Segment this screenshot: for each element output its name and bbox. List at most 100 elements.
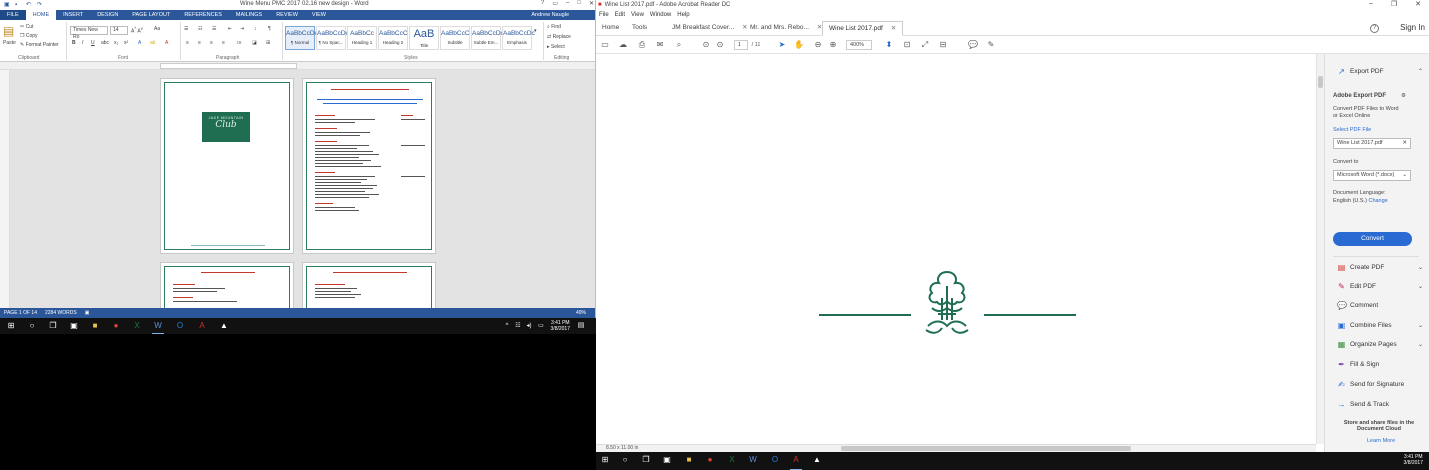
font-size-input[interactable]: 14 xyxy=(110,26,128,35)
chevron-down-icon[interactable]: ⌄ xyxy=(1418,264,1423,271)
collapse-icon[interactable]: ⌃ xyxy=(1418,68,1423,75)
full-screen-icon[interactable]: ⤢ xyxy=(920,40,930,50)
word-document-area[interactable]: JADE MOUNTAIN Club xyxy=(10,70,595,318)
word-taskbar-icon[interactable]: W xyxy=(748,455,758,465)
page-count[interactable]: PAGE 1 OF 14 xyxy=(0,310,41,316)
page-number-input[interactable]: 1 xyxy=(734,40,748,50)
menu-help[interactable]: Help xyxy=(674,12,692,18)
prev-page-icon[interactable]: ⊙ xyxy=(701,40,711,50)
pdf-horizontal-scrollbar[interactable]: 8.50 x 11.00 in xyxy=(596,444,1316,452)
font-color-icon[interactable]: A xyxy=(165,40,168,46)
subscript-button[interactable]: x₂ xyxy=(114,40,118,46)
line-spacing-icon[interactable]: ↕≡ xyxy=(236,40,241,46)
align-center-icon[interactable]: ≡ xyxy=(198,40,201,46)
style-subtle-emphasis[interactable]: AaBbCcDc Subtle Em... xyxy=(471,26,504,50)
pen-tool-icon[interactable]: ✎ xyxy=(986,40,996,50)
chevron-down-icon[interactable]: ⌄ xyxy=(1418,283,1423,290)
cut-button[interactable]: ✂ Cut xyxy=(20,24,33,30)
acrobat-minimize-icon[interactable]: – xyxy=(1369,0,1373,8)
horizontal-ruler[interactable] xyxy=(0,62,595,70)
text-effects-icon[interactable]: A xyxy=(138,40,141,46)
input-icon[interactable]: ▭ xyxy=(536,321,546,331)
acrobat-taskbar-icon[interactable]: A xyxy=(791,455,801,465)
zoom-out-icon[interactable]: ⊖ xyxy=(813,40,823,50)
style-title[interactable]: AaB Title xyxy=(409,26,439,50)
task-view-icon[interactable]: ❐ xyxy=(48,321,58,331)
sort-icon[interactable]: ↕ xyxy=(254,26,257,32)
word-count[interactable]: 2284 WORDS xyxy=(41,310,81,316)
format-select[interactable]: Microsoft Word (*.docx) ⌄ xyxy=(1333,170,1411,181)
tab-acrobat-home[interactable]: Home xyxy=(596,21,625,36)
redo-icon[interactable]: ↷ xyxy=(37,2,44,9)
store-icon[interactable]: ▣ xyxy=(69,321,79,331)
fit-page-icon[interactable]: ⬍ xyxy=(884,40,894,50)
excel-icon[interactable]: X xyxy=(132,321,142,331)
minimize-icon[interactable]: – xyxy=(566,0,569,7)
tab-file[interactable]: FILE xyxy=(0,10,26,20)
taskbar-clock[interactable]: 3:41 PM 3/8/2017 xyxy=(1404,454,1423,466)
search-icon[interactable]: ⌕ xyxy=(674,40,684,50)
highlight-icon[interactable]: ab xyxy=(150,40,156,46)
outlook-icon[interactable]: O xyxy=(175,321,185,331)
paste-button[interactable]: Paste xyxy=(3,40,16,46)
hand-tool-icon[interactable]: ✋ xyxy=(794,40,804,50)
save-file-icon[interactable]: ▭ xyxy=(600,40,610,50)
read-mode-icon[interactable]: ⊟ xyxy=(938,40,948,50)
word-app-icon[interactable]: ▣ xyxy=(4,2,11,9)
learn-more-link[interactable]: Learn More xyxy=(1367,438,1395,445)
close-icon[interactable]: ✕ xyxy=(589,0,594,7)
maximize-icon[interactable]: □ xyxy=(577,0,581,7)
task-view-icon[interactable]: ❐ xyxy=(641,455,651,465)
acrobat-help-icon[interactable]: ? xyxy=(1370,24,1379,33)
page-thumbnail-2[interactable] xyxy=(302,78,436,254)
underline-button[interactable]: U xyxy=(91,40,95,46)
file-explorer-icon[interactable]: ■ xyxy=(90,321,100,331)
tool-combine-files[interactable]: ▣ Combine Files ⌄ xyxy=(1337,319,1423,331)
tool-comment[interactable]: 💬 Comment xyxy=(1337,299,1423,311)
file-explorer-icon[interactable]: ■ xyxy=(684,455,694,465)
select-cursor-icon[interactable]: ➤ xyxy=(777,40,787,50)
menu-view[interactable]: View xyxy=(628,12,647,18)
tab-review[interactable]: REVIEW xyxy=(269,10,305,20)
save-icon[interactable]: ▪ xyxy=(15,2,22,9)
chevron-down-icon[interactable]: ⌄ xyxy=(1418,341,1423,348)
copy-button[interactable]: ❐ Copy xyxy=(20,33,38,39)
user-name[interactable]: Andrew Naugle xyxy=(524,10,576,20)
align-right-icon[interactable]: ≡ xyxy=(210,40,213,46)
remove-file-icon[interactable]: ✕ xyxy=(1402,139,1407,148)
font-name-input[interactable]: Times New Ro xyxy=(70,26,108,40)
style-heading-1[interactable]: AaBbCc Heading 1 xyxy=(347,26,377,50)
proofing-icon[interactable]: ▣ xyxy=(81,310,94,316)
pane-options-icon[interactable]: ⚙ xyxy=(1401,93,1406,100)
shading-icon[interactable]: ◪ xyxy=(252,40,257,46)
volume-icon[interactable]: ◂) xyxy=(524,321,534,331)
format-painter-button[interactable]: ✎ Format Painter xyxy=(20,42,59,48)
ribbon-display-icon[interactable]: ▭ xyxy=(552,0,558,7)
pdf-page-view[interactable] xyxy=(596,54,1316,444)
tab-mailings[interactable]: MAILINGS xyxy=(229,10,269,20)
paste-icon[interactable]: ▤ xyxy=(3,24,14,38)
excel-icon[interactable]: X xyxy=(727,455,737,465)
change-language-link[interactable]: Change xyxy=(1368,198,1387,204)
vertical-ruler[interactable] xyxy=(0,70,10,308)
menu-window[interactable]: Window xyxy=(647,12,674,18)
tool-send-track[interactable]: → Send & Track xyxy=(1337,398,1423,410)
multilevel-icon[interactable]: ☰ xyxy=(212,26,216,32)
network-icon[interactable]: ☷ xyxy=(513,321,523,331)
style-no-spacing[interactable]: AaBbCcDc ¶ No Spac... xyxy=(316,26,349,50)
acrobat-taskbar-icon[interactable]: A xyxy=(197,321,207,331)
comment-tool-icon[interactable]: 💬 xyxy=(968,40,978,50)
tab-references[interactable]: REFERENCES xyxy=(177,10,229,20)
numbering-icon[interactable]: ☷ xyxy=(198,26,202,32)
chrome-icon[interactable]: ● xyxy=(111,321,121,331)
italic-button[interactable]: I xyxy=(82,40,83,46)
tool-create-pdf[interactable]: ▤ Create PDF ⌄ xyxy=(1337,261,1423,273)
style-heading-2[interactable]: AaBbCcC Heading 2 xyxy=(378,26,408,50)
outlook-icon[interactable]: O xyxy=(770,455,780,465)
zoom-in-icon[interactable]: ⊕ xyxy=(828,40,838,50)
replace-button[interactable]: ⇄ Replace xyxy=(547,34,571,40)
tab-wine-list[interactable]: Wine List 2017.pdf ✕ xyxy=(822,21,904,36)
bold-button[interactable]: B xyxy=(72,40,76,46)
photos-icon[interactable]: ▲ xyxy=(812,455,822,465)
tab-rebo[interactable]: Mr. and Mrs. Rebo... ✕ xyxy=(744,21,828,36)
